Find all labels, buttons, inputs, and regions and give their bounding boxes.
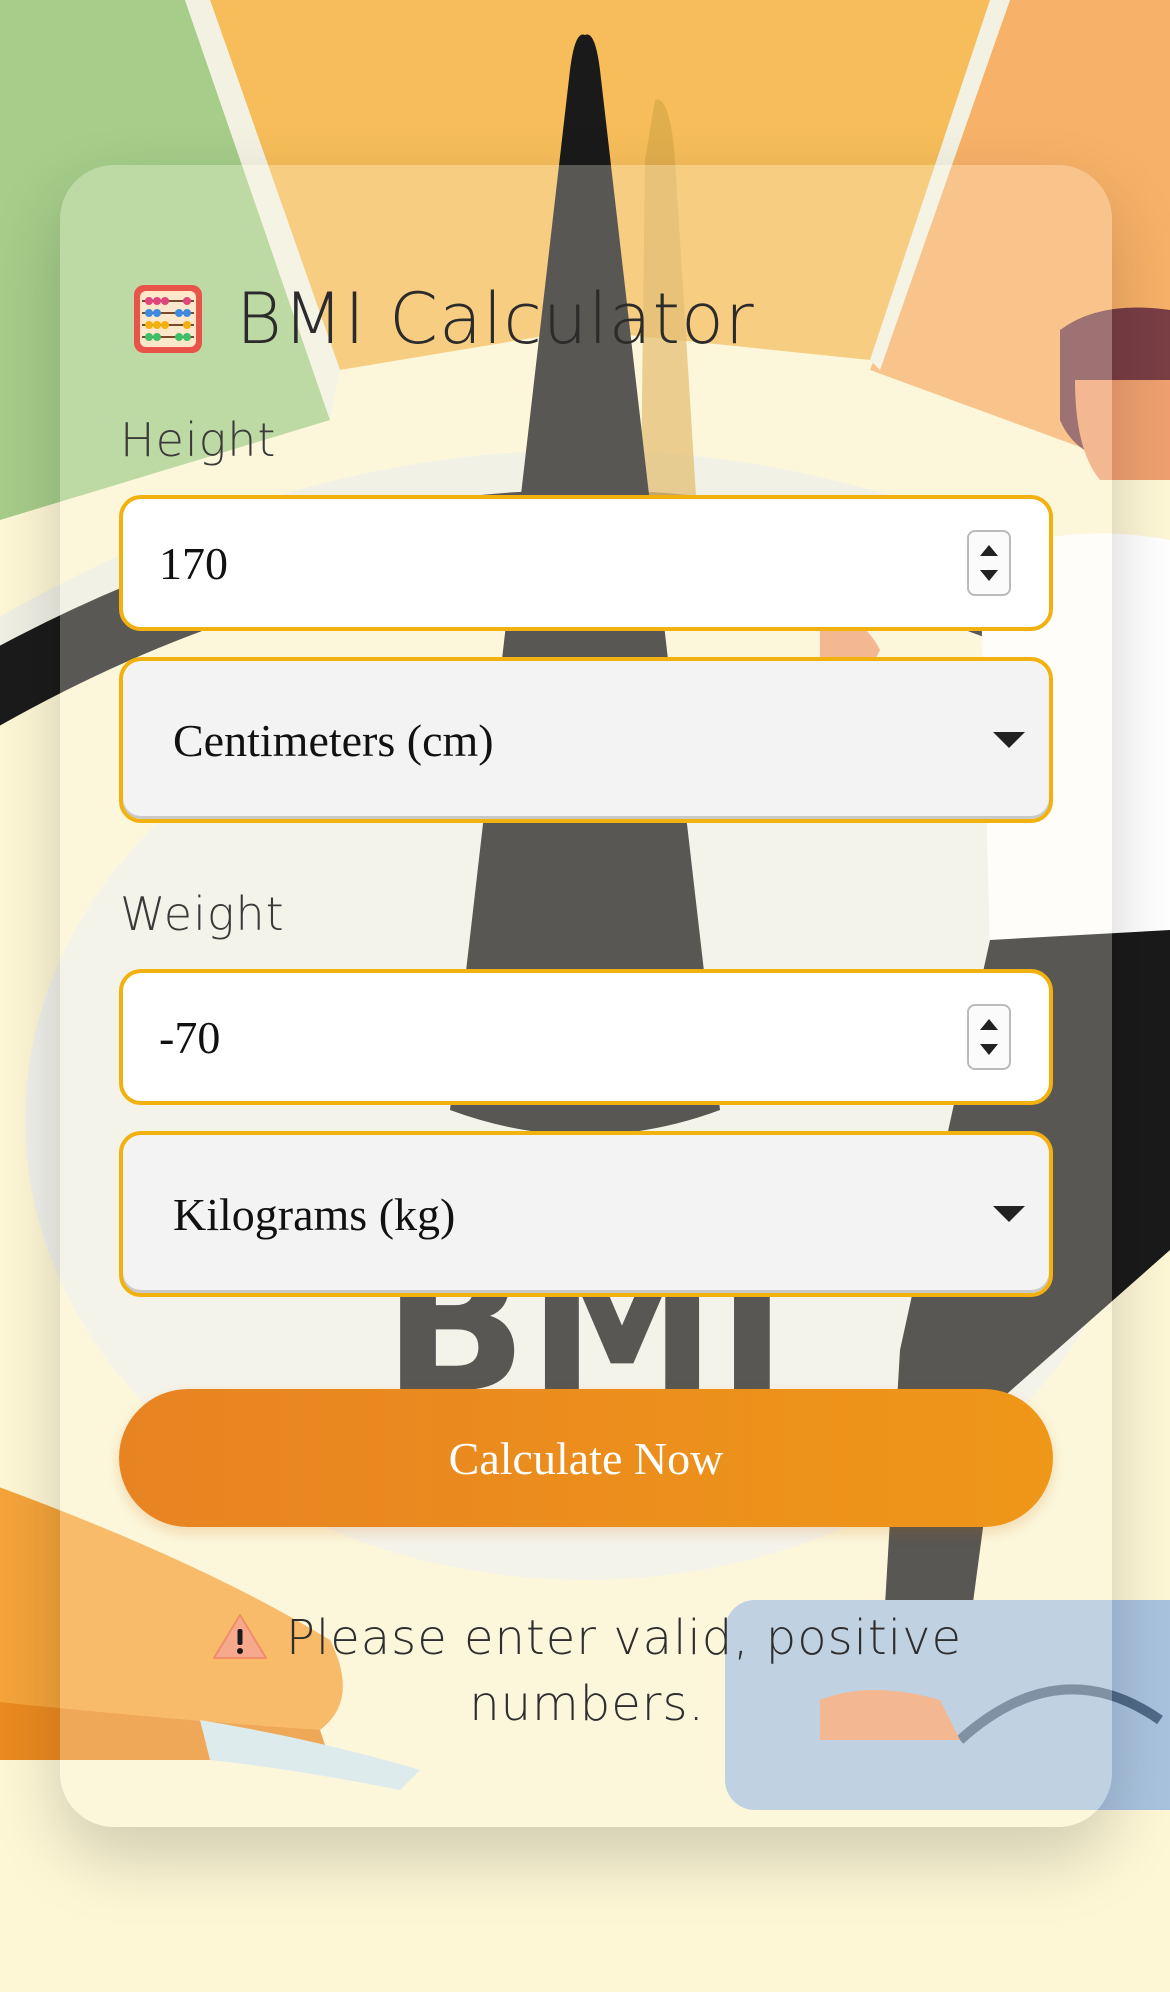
warning-icon — [212, 1611, 268, 1659]
title-row: BMI Calculator — [132, 269, 755, 369]
weight-stepper[interactable] — [967, 1004, 1011, 1070]
chevron-down-icon[interactable] — [993, 1206, 1025, 1222]
height-unit-value: Centimeters (cm) — [173, 714, 494, 766]
height-stepper[interactable] — [967, 530, 1011, 596]
weight-unit-value: Kilograms (kg) — [173, 1188, 456, 1240]
calculator-card: BMI Calculator Height 170 Centimeters (c… — [60, 165, 1112, 1827]
weight-label: Weight — [120, 887, 285, 941]
error-text: Please enter valid, positive numbers. — [285, 1610, 963, 1732]
height-value[interactable]: 170 — [123, 537, 967, 590]
height-label: Height — [120, 413, 277, 467]
decrement-arrow-icon[interactable] — [980, 570, 998, 581]
increment-arrow-icon[interactable] — [980, 545, 998, 556]
chevron-down-icon[interactable] — [993, 732, 1025, 748]
calculate-button[interactable]: Calculate Now — [119, 1389, 1053, 1527]
height-unit-select[interactable]: Centimeters (cm) — [119, 657, 1053, 823]
abacus-icon — [132, 283, 204, 355]
decrement-arrow-icon[interactable] — [980, 1044, 998, 1055]
error-message: Please enter valid, positive numbers. — [120, 1605, 1054, 1737]
increment-arrow-icon[interactable] — [980, 1019, 998, 1030]
weight-unit-select[interactable]: Kilograms (kg) — [119, 1131, 1053, 1297]
height-input[interactable]: 170 — [119, 495, 1053, 631]
weight-input[interactable]: -70 — [119, 969, 1053, 1105]
page-title: BMI Calculator — [236, 278, 755, 360]
weight-value[interactable]: -70 — [123, 1011, 967, 1064]
